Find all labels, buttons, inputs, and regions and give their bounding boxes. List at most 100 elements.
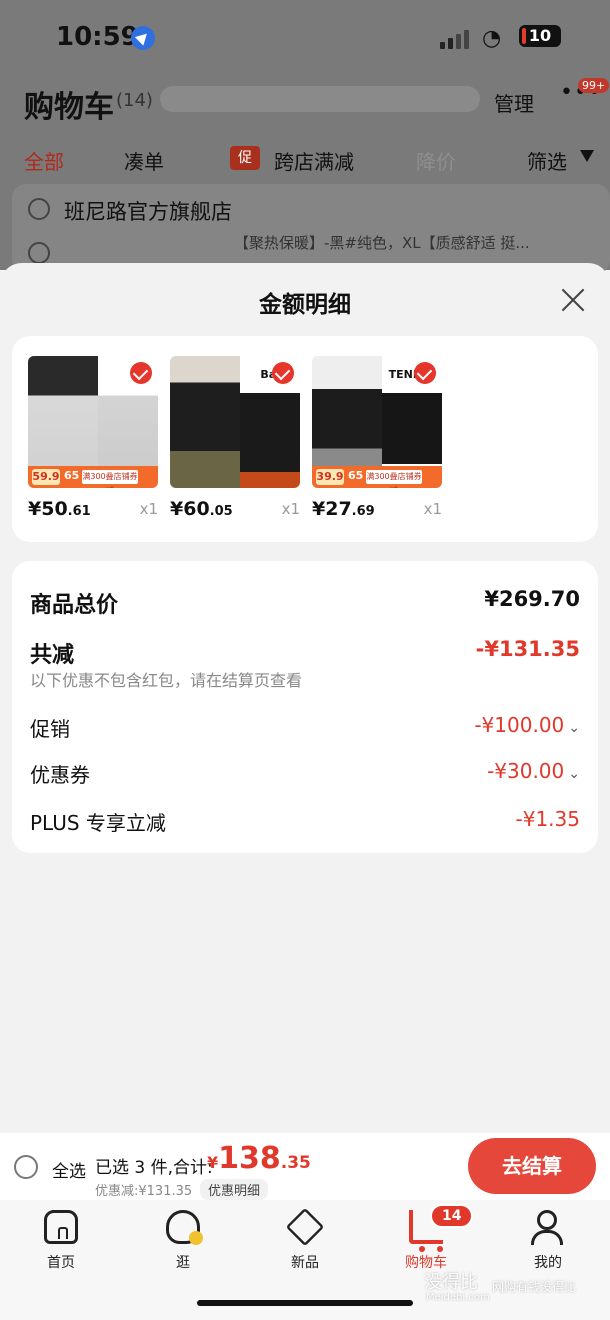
checkmark-icon <box>130 362 152 384</box>
promo-value: -¥100.00 <box>474 713 565 737</box>
promo-value-wrap: -¥100.00 ⌄ <box>474 713 580 737</box>
tab-browse[interactable]: 逛 <box>143 1210 223 1272</box>
tab-home[interactable]: 首页 <box>21 1210 101 1272</box>
promo-tag: 促 <box>230 146 260 170</box>
total-int: 138 <box>218 1141 281 1176</box>
product-image: 59.9 65 满300叠店铺券减 <box>28 356 158 488</box>
coupon-label: 优惠券 <box>30 763 90 787</box>
product-price: ¥50.61 x1 <box>28 498 158 522</box>
status-bar: 10:59 ◔ 10 <box>0 0 610 70</box>
chevron-down-icon[interactable]: ⌄ <box>568 720 580 736</box>
coupon-value: -¥30.00 <box>487 759 565 783</box>
reduce-label: 共减 <box>30 643 75 668</box>
battery-icon: 10 <box>519 25 561 47</box>
checkout-button[interactable]: 去结算 <box>468 1138 596 1194</box>
watermark-logo: 没得比 <box>424 1272 478 1293</box>
tab-bundle[interactable]: 凑单 <box>124 146 164 175</box>
tab-new[interactable]: 新品 <box>265 1207 345 1272</box>
price-int: ¥50 <box>28 498 68 520</box>
tab-label: 我的 <box>534 1255 562 1271</box>
amount-detail-sheet: 金额明细 59.9 65 满300叠店铺券减 ¥50.61 x1 <box>0 263 610 1133</box>
product-item[interactable]: TEND 39.9 65 满300叠店铺券减 ¥27.69 x1 <box>312 356 442 522</box>
close-icon[interactable] <box>560 287 586 313</box>
badge-note: 满300叠店铺券减 <box>82 470 138 488</box>
plus-value: -¥1.35 <box>515 807 580 831</box>
price-int: ¥27 <box>312 498 352 520</box>
product-item[interactable]: 59.9 65 满300叠店铺券减 ¥50.61 x1 <box>28 356 158 522</box>
filter-icon <box>580 150 594 162</box>
checkout-bar: 全选 已选 3 件,合计: ¥138.35 优惠减:¥131.35 优惠明细 去… <box>0 1133 610 1200</box>
plus-label: PLUS 专享立减 <box>30 811 166 835</box>
saved-amount: 优惠减:¥131.35 <box>95 1184 193 1199</box>
store-card: 班尼路官方旗舰店 【聚热保暖】-黑#纯色，XL【质感舒适 挺... <box>12 184 610 274</box>
manage-button[interactable]: 管理 <box>494 88 534 117</box>
badge-note: 满300叠店铺券减 <box>366 470 422 488</box>
total-value: ¥269.70 <box>484 587 580 611</box>
product-item[interactable]: Bal ¥60.05 x1 <box>170 356 300 522</box>
product-image: Bal <box>170 356 300 488</box>
tab-me[interactable]: 我的 <box>508 1210 588 1272</box>
watermark-url: Meidebi.com <box>426 1292 490 1303</box>
selected-summary: 已选 3 件,合计: <box>95 1158 213 1178</box>
product-qty: x1 <box>139 500 158 518</box>
total-dec: .35 <box>280 1153 311 1173</box>
status-time: 10:59 <box>56 22 139 52</box>
user-icon <box>531 1210 565 1245</box>
product-qty: x1 <box>281 500 300 518</box>
selected-products-card: 59.9 65 满300叠店铺券减 ¥50.61 x1 Bal ¥60.05 x… <box>12 336 598 542</box>
tab-cross-store[interactable]: 跨店满减 <box>274 146 354 175</box>
badge-old-price: 59.9 <box>32 469 60 485</box>
price-int: ¥60 <box>170 498 210 520</box>
price-dec: .61 <box>67 504 91 519</box>
signal-icon <box>440 30 469 49</box>
store-name[interactable]: 班尼路官方旗舰店 <box>64 196 232 226</box>
badge-new-price: 65 <box>348 469 364 482</box>
cart-count: (14) <box>116 90 153 111</box>
checkout-total: ¥138.35 <box>207 1141 311 1176</box>
price-badge: 39.9 65 满300叠店铺券减 <box>312 466 442 488</box>
chevron-down-icon[interactable]: ⌄ <box>568 766 580 782</box>
tab-label: 首页 <box>47 1255 75 1271</box>
wifi-icon: ◔ <box>482 26 502 51</box>
checkmark-icon <box>414 362 436 384</box>
promo-label: 促销 <box>30 717 70 741</box>
tab-label: 逛 <box>176 1255 190 1271</box>
home-indicator <box>197 1300 413 1306</box>
location-icon <box>131 26 155 50</box>
home-icon <box>44 1210 78 1244</box>
price-summary-card: 商品总价 ¥269.70 共减 -¥131.35 以下优惠不包含红包，请在结算页… <box>12 561 598 853</box>
tab-all[interactable]: 全部 <box>24 146 64 175</box>
reduce-value: -¥131.35 <box>475 637 580 661</box>
select-all-label[interactable]: 全选 <box>52 1157 86 1182</box>
reduce-note: 以下优惠不包含红包，请在结算页查看 <box>30 671 303 690</box>
coupon-value-wrap: -¥30.00 ⌄ <box>487 759 580 783</box>
watermark-slogan: 网购有钱没得比 <box>492 1280 577 1294</box>
blurred-address <box>160 86 480 112</box>
sheet-title: 金额明细 <box>259 292 351 318</box>
price-badge: 59.9 65 满300叠店铺券减 <box>28 466 158 488</box>
browse-icon <box>166 1210 203 1245</box>
tab-price-drop[interactable]: 降价 <box>416 146 456 175</box>
badge-old-price: 39.9 <box>316 469 344 485</box>
price-dec: .69 <box>351 504 375 519</box>
page-title: 购物车 <box>24 90 114 125</box>
tab-filter[interactable]: 筛选 <box>527 146 567 175</box>
discount-detail-button[interactable]: 优惠明细 <box>200 1179 269 1200</box>
product-price: ¥27.69 x1 <box>312 498 442 522</box>
cart-badge: 14 <box>430 1204 474 1228</box>
box-icon <box>285 1207 325 1247</box>
cart-page-background: 购物车 (14) 管理 ••• 99+ 全部 凑单 促 跨店满减 降价 筛选 班… <box>0 70 610 274</box>
store-checkbox[interactable] <box>28 198 50 220</box>
more-badge: 99+ <box>578 78 610 93</box>
checkmark-icon <box>272 362 294 384</box>
item-checkbox[interactable] <box>28 242 50 264</box>
price-dec: .05 <box>209 504 233 519</box>
select-all-checkbox[interactable] <box>14 1155 38 1179</box>
product-image: TEND 39.9 65 满300叠店铺券减 <box>312 356 442 488</box>
total-currency: ¥ <box>207 1153 219 1172</box>
total-label: 商品总价 <box>30 593 119 618</box>
item-description[interactable]: 【聚热保暖】-黑#纯色，XL【质感舒适 挺... <box>234 232 530 253</box>
product-qty: x1 <box>423 500 442 518</box>
tab-label: 新品 <box>291 1255 319 1271</box>
badge-new-price: 65 <box>64 469 80 482</box>
